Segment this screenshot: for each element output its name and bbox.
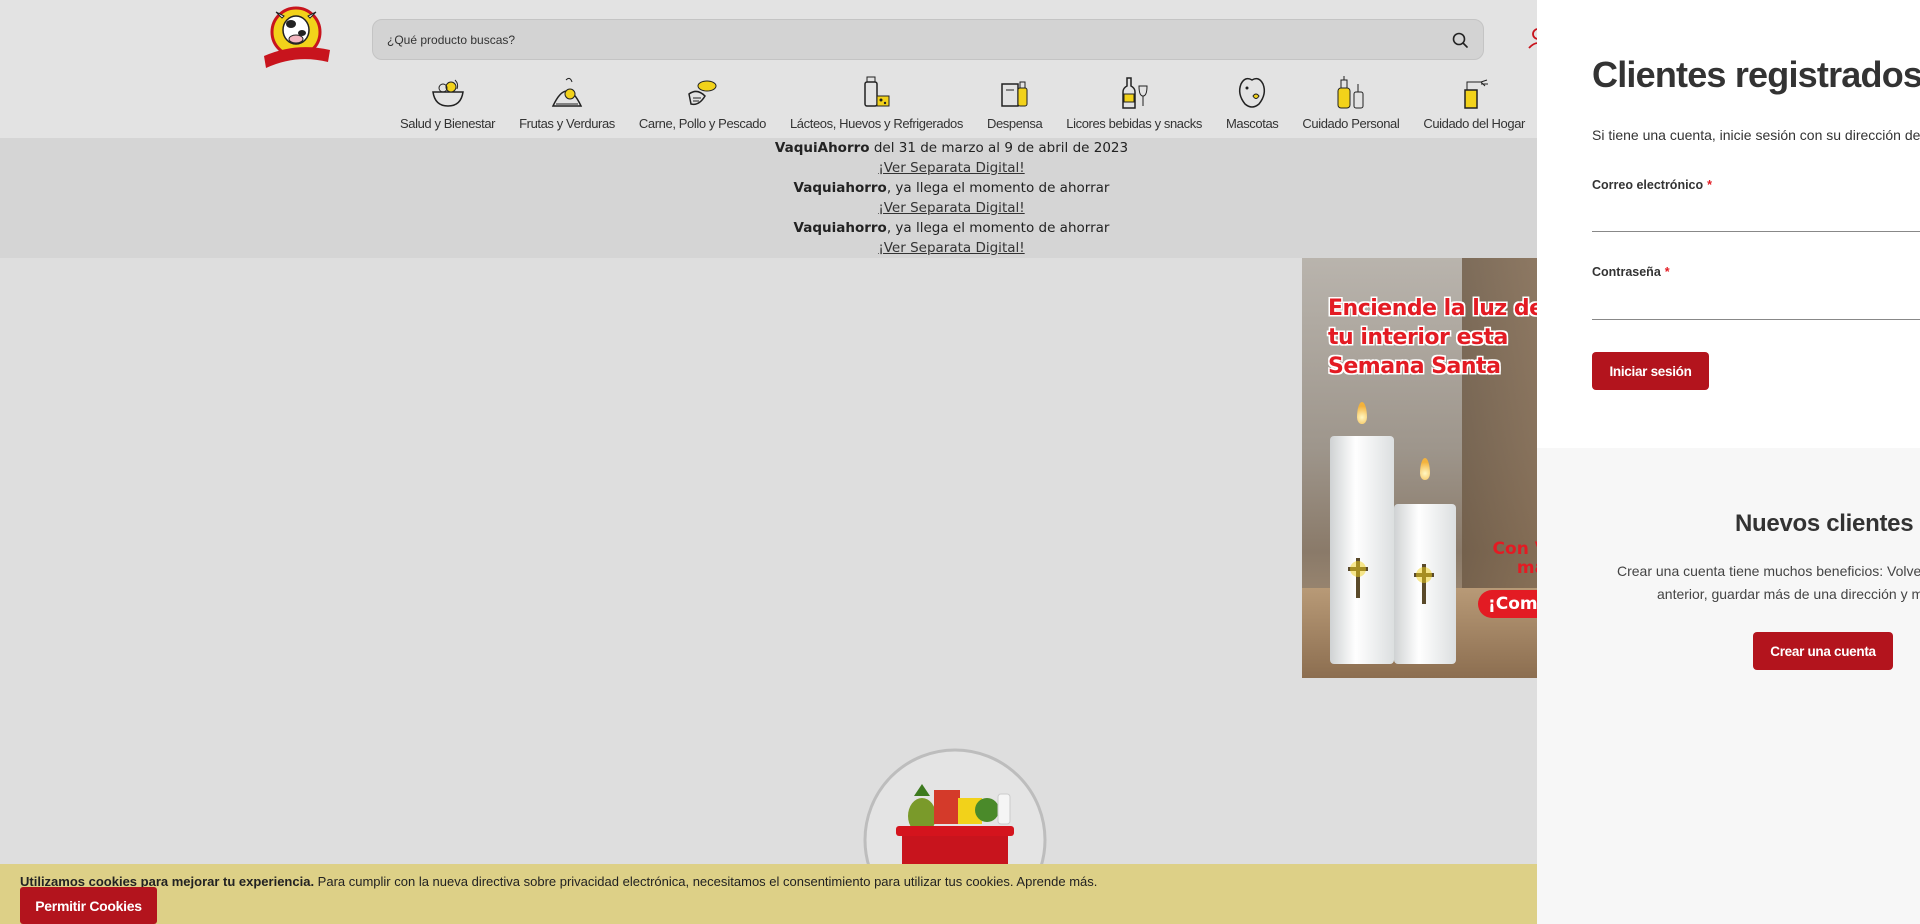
login-panel: Clientes registrados Si tiene una cuenta…: [1537, 0, 1920, 924]
pantry-bag-icon: [1000, 81, 1028, 107]
flame-icon: [1357, 402, 1367, 424]
ver-separata-link[interactable]: ¡Ver Separata Digital!: [878, 200, 1024, 216]
ver-separata-link[interactable]: ¡Ver Separata Digital!: [878, 240, 1024, 256]
category-licores-bebidas[interactable]: Licores bebidas y snacks: [1066, 74, 1202, 134]
registered-customers-title: Clientes registrados: [1592, 54, 1920, 95]
category-lacteos-huevos[interactable]: Lácteos, Huevos y Refrigerados: [790, 74, 963, 134]
flame-icon: [1420, 458, 1430, 480]
category-salud-bienestar[interactable]: Salud y Bienestar: [400, 74, 495, 134]
category-cuidado-personal[interactable]: Cuidado Personal: [1302, 74, 1400, 134]
milk-cheese-icon: [864, 76, 890, 107]
salad-bowl-icon: [431, 79, 464, 107]
category-frutas-verduras[interactable]: Frutas y Verduras: [519, 74, 615, 134]
learn-more-link[interactable]: Aprende más.: [1014, 874, 1097, 889]
ver-separata-link[interactable]: ¡Ver Separata Digital!: [878, 160, 1024, 176]
cross-icon: [1348, 558, 1368, 598]
semana-santa-banner[interactable]: Enciende la luz de tu interior esta Sema…: [1302, 258, 1572, 678]
search-input[interactable]: [387, 32, 1451, 47]
category-nav: Salud y Bienestar Frutas y Verduras Carn…: [400, 74, 1549, 134]
bottle-glass-icon: [1122, 77, 1148, 109]
email-field[interactable]: [1592, 202, 1920, 232]
create-account-button[interactable]: Crear una cuenta: [1753, 632, 1893, 670]
search-icon[interactable]: [1451, 31, 1469, 49]
sign-in-button[interactable]: Iniciar sesión: [1592, 352, 1709, 390]
category-mascotas[interactable]: Mascotas: [1226, 74, 1279, 134]
category-despensa[interactable]: Despensa: [987, 74, 1043, 134]
new-customers-title: Nuevos clientes: [1735, 510, 1914, 537]
spray-bottle-icon: [1464, 79, 1489, 109]
banner-headline: Enciende la luz de tu interior esta Sema…: [1328, 296, 1544, 379]
grocery-basket-image: [863, 748, 1047, 868]
new-customers-description: Crear una cuenta tiene muchos beneficios…: [1617, 563, 1920, 602]
category-carne-pollo-pescado[interactable]: Carne, Pollo y Pescado: [639, 74, 766, 134]
personal-care-icon: [1337, 76, 1364, 109]
cookie-notice: Utilizamos cookies para mejorar tu exper…: [0, 864, 1537, 924]
email-label: Correo electrónico *: [1592, 178, 1713, 192]
password-field[interactable]: [1592, 290, 1920, 320]
login-subtitle: Si tiene una cuenta, inicie sesión con s…: [1592, 127, 1920, 143]
fruit-basket-icon: [551, 77, 583, 107]
la-vaquita-logo[interactable]: [258, 6, 336, 70]
cross-icon: [1414, 564, 1434, 604]
pet-dog-icon: [1239, 77, 1266, 108]
search-bar: [372, 19, 1484, 60]
new-customers-section: Nuevos clientes Crear una cuenta tiene m…: [1537, 448, 1920, 924]
password-label: Contraseña *: [1592, 265, 1670, 279]
category-cuidado-hogar[interactable]: Cuidado del Hogar: [1423, 74, 1525, 134]
meat-fish-icon: [688, 80, 717, 106]
allow-cookies-button[interactable]: Permitir Cookies: [20, 887, 157, 924]
candle-image: [1330, 436, 1394, 664]
